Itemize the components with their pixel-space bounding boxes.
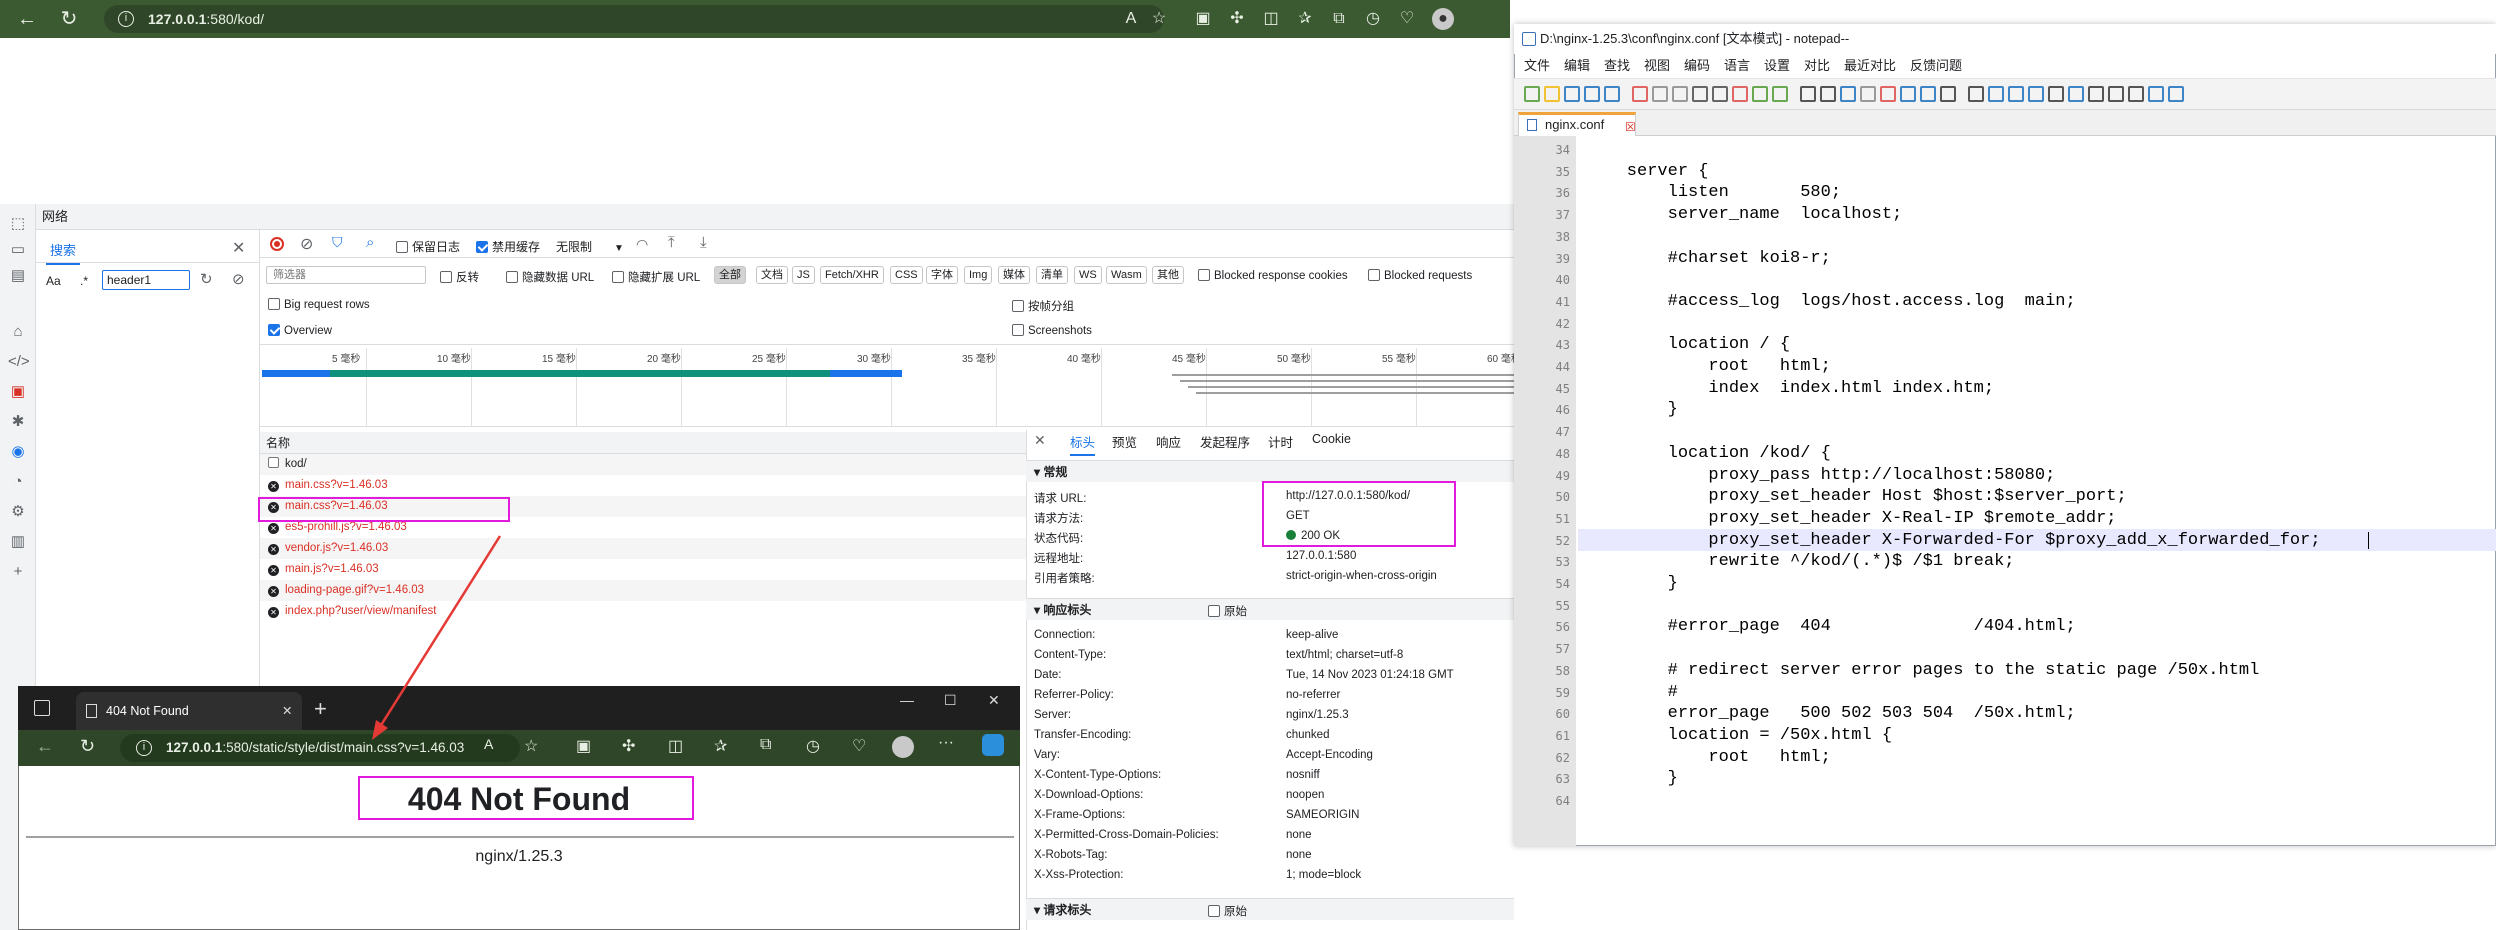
annotation-arrow bbox=[372, 535, 502, 740]
